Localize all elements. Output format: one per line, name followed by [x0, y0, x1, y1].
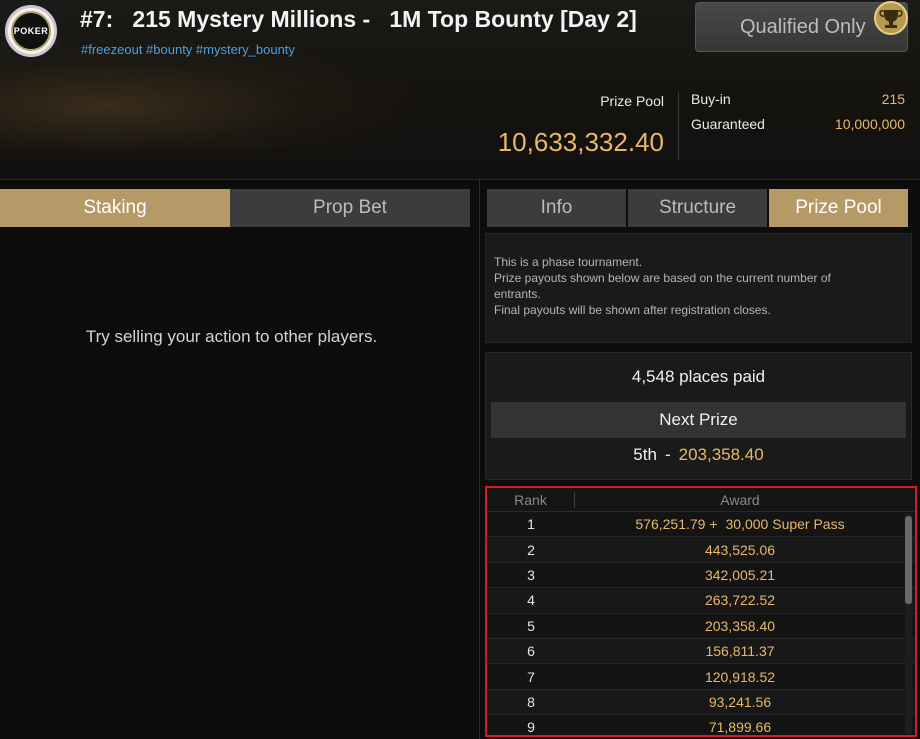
award-column-header[interactable]: Award	[575, 492, 905, 508]
rank-cell: 7	[527, 668, 535, 685]
places-paid: 4,548 places paid	[631, 367, 766, 386]
header-divider	[678, 92, 679, 160]
rank-cell: 5	[527, 617, 535, 634]
rank-cell: 4	[527, 592, 535, 609]
table-row: 2 443,525.06	[487, 537, 915, 563]
table-row: 1 576,251.79 + 30,000 Super Pass	[487, 512, 915, 538]
trophy-icon	[868, 0, 914, 36]
prize-pool-value: 10,633,332.40	[497, 127, 664, 157]
notice-line: entrants.	[494, 287, 541, 301]
rank-cell: 1	[527, 516, 535, 533]
award-extra: 30,000 Super Pass	[725, 516, 845, 533]
qualified-only-label: Qualified Only	[740, 15, 866, 38]
rank-cell: 3	[527, 566, 535, 583]
payout-table: Rank Award 1 576,251.79 + 30,000 Super Pas…	[485, 486, 917, 737]
award-cell: 120,918.52	[575, 669, 905, 685]
panel-divider	[479, 180, 480, 739]
notice-line: Final payouts will be shown after regist…	[494, 303, 771, 317]
award-cell: 576,251.79 + 30,000 Super Pass	[575, 516, 905, 532]
next-prize-separator: -	[664, 445, 671, 464]
notice-line: Prize payouts shown below are based on t…	[494, 271, 831, 285]
wsop-logo: POKER	[2, 2, 60, 60]
next-prize-row: 5th -203,358.40	[486, 445, 911, 465]
phase-notice: This is a phase tournament. Prize payout…	[485, 233, 912, 343]
tab-info[interactable]: Info	[487, 189, 626, 227]
staking-message: Try selling your action to other players…	[85, 327, 378, 346]
notice-line: This is a phase tournament.	[494, 255, 643, 269]
rank-cell: 2	[527, 541, 535, 558]
logo-seal: POKER	[5, 5, 57, 57]
table-row: 9 71,899.66	[487, 715, 915, 736]
table-row: 5 203,358.40	[487, 613, 915, 639]
award-cell: 263,722.52	[575, 592, 905, 608]
award-amount: 443,525.06	[704, 541, 776, 558]
award-cell: 156,811.37	[575, 643, 905, 659]
award-cell: 93,241.56	[575, 694, 905, 710]
prize-pool-label: Prize Pool	[600, 93, 664, 109]
award-cell: 342,005.21	[575, 567, 905, 583]
payout-summary: 4,548 places paid Next Prize 5th -203,358…	[485, 352, 912, 480]
guaranteed-label: Guaranteed	[691, 116, 765, 132]
award-amount: 120,918.52	[704, 668, 776, 685]
next-prize-place: 5th	[633, 445, 657, 464]
scrollbar-thumb[interactable]	[905, 516, 912, 604]
next-prize-amount: 203,358.40	[678, 445, 764, 464]
tournament-header: POKER #7: 215 Mystery Millions - 1M Top …	[0, 0, 920, 180]
award-amount: 203,358.40	[704, 617, 776, 634]
award-cell: 71,899.66	[575, 719, 905, 735]
guaranteed-value: 10,000,000	[834, 116, 905, 132]
next-prize-header: Next Prize	[491, 402, 906, 438]
logo-text: POKER	[11, 11, 51, 51]
tab-prop-bet[interactable]: Prop Bet	[230, 189, 470, 227]
award-amount: 93,241.56	[708, 693, 772, 710]
buyin-value: 215	[881, 91, 905, 107]
table-row: 6 156,811.37	[487, 638, 915, 665]
tournament-tags[interactable]: #freezeout #bounty #mystery_bounty	[81, 42, 295, 57]
award-amount: 576,251.79 +	[635, 516, 718, 533]
table-row: 8 93,241.56	[487, 689, 915, 716]
table-row: 3 342,005.21	[487, 562, 915, 589]
rank-column-header[interactable]: Rank	[487, 491, 575, 508]
tab-staking[interactable]: Staking	[0, 189, 230, 227]
award-amount: 342,005.21	[704, 566, 776, 583]
table-row: 7 120,918.52	[487, 664, 915, 690]
award-cell: 203,358.40	[575, 618, 905, 634]
payout-rows: 1 576,251.79 + 30,000 Super Pass 2 443,525.0…	[487, 512, 915, 736]
payout-table-header: Rank Award	[487, 488, 915, 512]
rank-cell: 6	[527, 643, 535, 660]
award-amount: 71,899.66	[708, 719, 772, 736]
tournament-title: #7: 215 Mystery Millions - 1M Top Bounty…	[80, 6, 637, 32]
award-amount: 156,811.37	[705, 643, 775, 660]
left-tabs: Staking Prop Bet	[0, 189, 470, 227]
right-tabs: Info Structure Prize Pool	[487, 189, 908, 227]
buyin-label: Buy-in	[691, 91, 731, 107]
rank-cell: 9	[527, 719, 535, 736]
tab-prize-pool[interactable]: Prize Pool	[769, 189, 908, 227]
award-cell: 443,525.06	[575, 542, 905, 558]
table-row: 4 263,722.52	[487, 588, 915, 614]
tab-structure[interactable]: Structure	[628, 189, 767, 227]
rank-cell: 8	[527, 693, 535, 710]
award-amount: 263,722.52	[704, 592, 776, 609]
